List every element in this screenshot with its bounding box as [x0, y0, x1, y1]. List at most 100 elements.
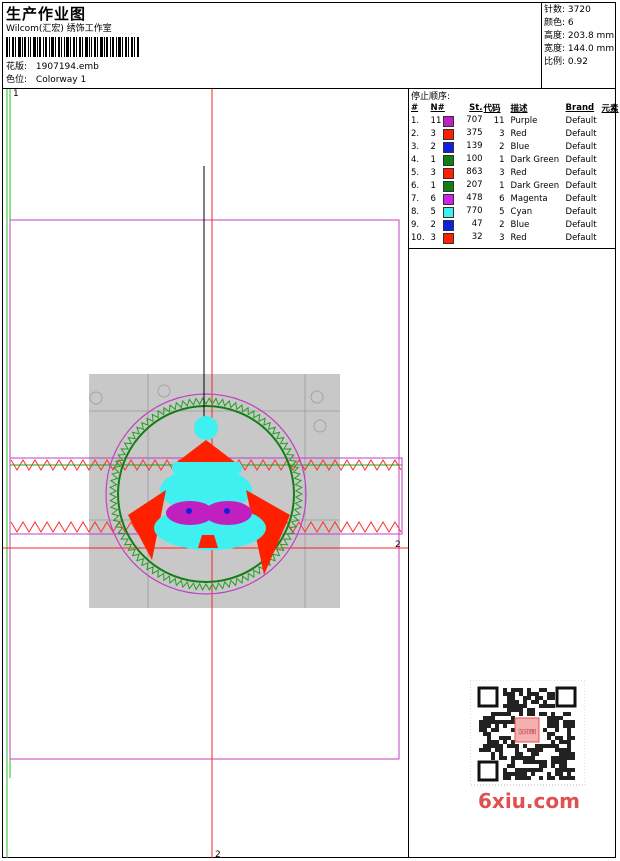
stitch-count: 375 [466, 127, 483, 138]
qr-module [559, 736, 563, 740]
qr-module [539, 748, 543, 752]
qr-module [551, 756, 555, 760]
qr-module [551, 712, 555, 716]
stitch-count: 207 [466, 179, 483, 190]
qr-module [563, 712, 567, 716]
qr-module [511, 720, 515, 724]
color-swatch [442, 232, 454, 244]
qr-module [563, 748, 567, 752]
cell-code: 2 [499, 141, 505, 152]
stat-label: 针数: [544, 5, 566, 15]
qr-module [507, 704, 511, 708]
qr-module [503, 724, 507, 728]
qr-module [515, 748, 519, 752]
sequence-bottom-rule [408, 248, 616, 249]
qr-module [535, 760, 539, 764]
qr-module [523, 776, 527, 780]
cell-brand: Default [565, 128, 597, 139]
qr-module [543, 764, 547, 768]
needle-number: 11 [430, 115, 442, 126]
stitch-count: 139 [466, 140, 483, 151]
qr-module [499, 756, 503, 760]
qr-module [535, 744, 539, 748]
qr-module [567, 736, 571, 740]
qr-module [567, 744, 571, 748]
qr-module [551, 716, 555, 720]
qr-module [491, 716, 495, 720]
qr-module [491, 712, 495, 716]
col-header-stitches: St. [469, 102, 483, 113]
qr-module [531, 692, 535, 696]
qr-module [503, 704, 507, 708]
qr-module [507, 712, 511, 716]
qr-module [507, 776, 511, 780]
qr-module [479, 728, 483, 732]
qr-module [507, 708, 511, 712]
qr-module [567, 728, 571, 732]
qr-module [499, 748, 503, 752]
qr-module [547, 720, 551, 724]
cell-element [602, 205, 619, 218]
qr-module [531, 752, 535, 756]
qr-module [559, 752, 563, 756]
needle-number: 2 [430, 141, 436, 152]
stat-label: 高度: [544, 31, 566, 41]
cell-element [602, 218, 619, 231]
watermark-text: 6xiu.com [478, 789, 580, 813]
cell-brand: Default [565, 115, 597, 126]
qr-module [495, 728, 499, 732]
qr-module [491, 720, 495, 724]
barcode [6, 37, 139, 57]
stitch-count: 863 [466, 166, 483, 177]
qr-module [511, 772, 515, 776]
qr-module [487, 736, 491, 740]
qr-module [487, 720, 491, 724]
table-row: 1. 11 707 11 Purple Default [409, 114, 619, 127]
qr-module [487, 716, 491, 720]
qr-module [507, 764, 511, 768]
cell-description: Blue [510, 219, 530, 230]
cell-brand: Default [565, 206, 597, 217]
cell-code: 1 [499, 180, 505, 191]
qr-module [571, 752, 575, 756]
qr-module [511, 760, 515, 764]
qr-module [523, 768, 527, 772]
cell-index: 10. [411, 232, 425, 243]
qr-module [491, 752, 495, 756]
cell-code: 3 [499, 128, 505, 139]
qr-module [487, 744, 491, 748]
qr-module [483, 748, 487, 752]
qr-module [563, 776, 567, 780]
cell-description: Red [510, 232, 527, 243]
qr-module [543, 728, 547, 732]
stat-width: 宽度: 144.0 mm [544, 43, 614, 56]
stat-value: 203.8 mm [567, 31, 615, 41]
cell-index: 5. [411, 167, 420, 178]
qr-module [555, 716, 559, 720]
qr-module [547, 736, 551, 740]
qr-module [555, 760, 559, 764]
qr-module [539, 764, 543, 768]
qr-module [559, 716, 563, 720]
stop-sequence-table: # N# St. 代码 描述 Brand 元素 1. 11 707 11 Purple D… [409, 101, 619, 244]
qr-module [543, 700, 547, 704]
qr-module [543, 704, 547, 708]
cell-element [602, 140, 619, 153]
qr-module [563, 764, 567, 768]
cell-description: Purple [510, 115, 538, 126]
qr-module [503, 712, 507, 716]
cell-code: 3 [499, 167, 505, 178]
qr-module [515, 772, 519, 776]
qr-module [483, 732, 487, 736]
qr-module [555, 772, 559, 776]
stat-scale: 比例: 0.92 [544, 56, 614, 69]
qr-module [551, 720, 555, 724]
cell-index: 7. [411, 193, 420, 204]
cell-description: Cyan [510, 206, 533, 217]
hat-pompom [194, 416, 218, 440]
qr-module [479, 748, 483, 752]
table-row: 9. 2 47 2 Blue Default [409, 218, 619, 231]
cell-index: 6. [411, 180, 420, 191]
qr-module [499, 752, 503, 756]
needle-number: 1 [430, 180, 436, 191]
